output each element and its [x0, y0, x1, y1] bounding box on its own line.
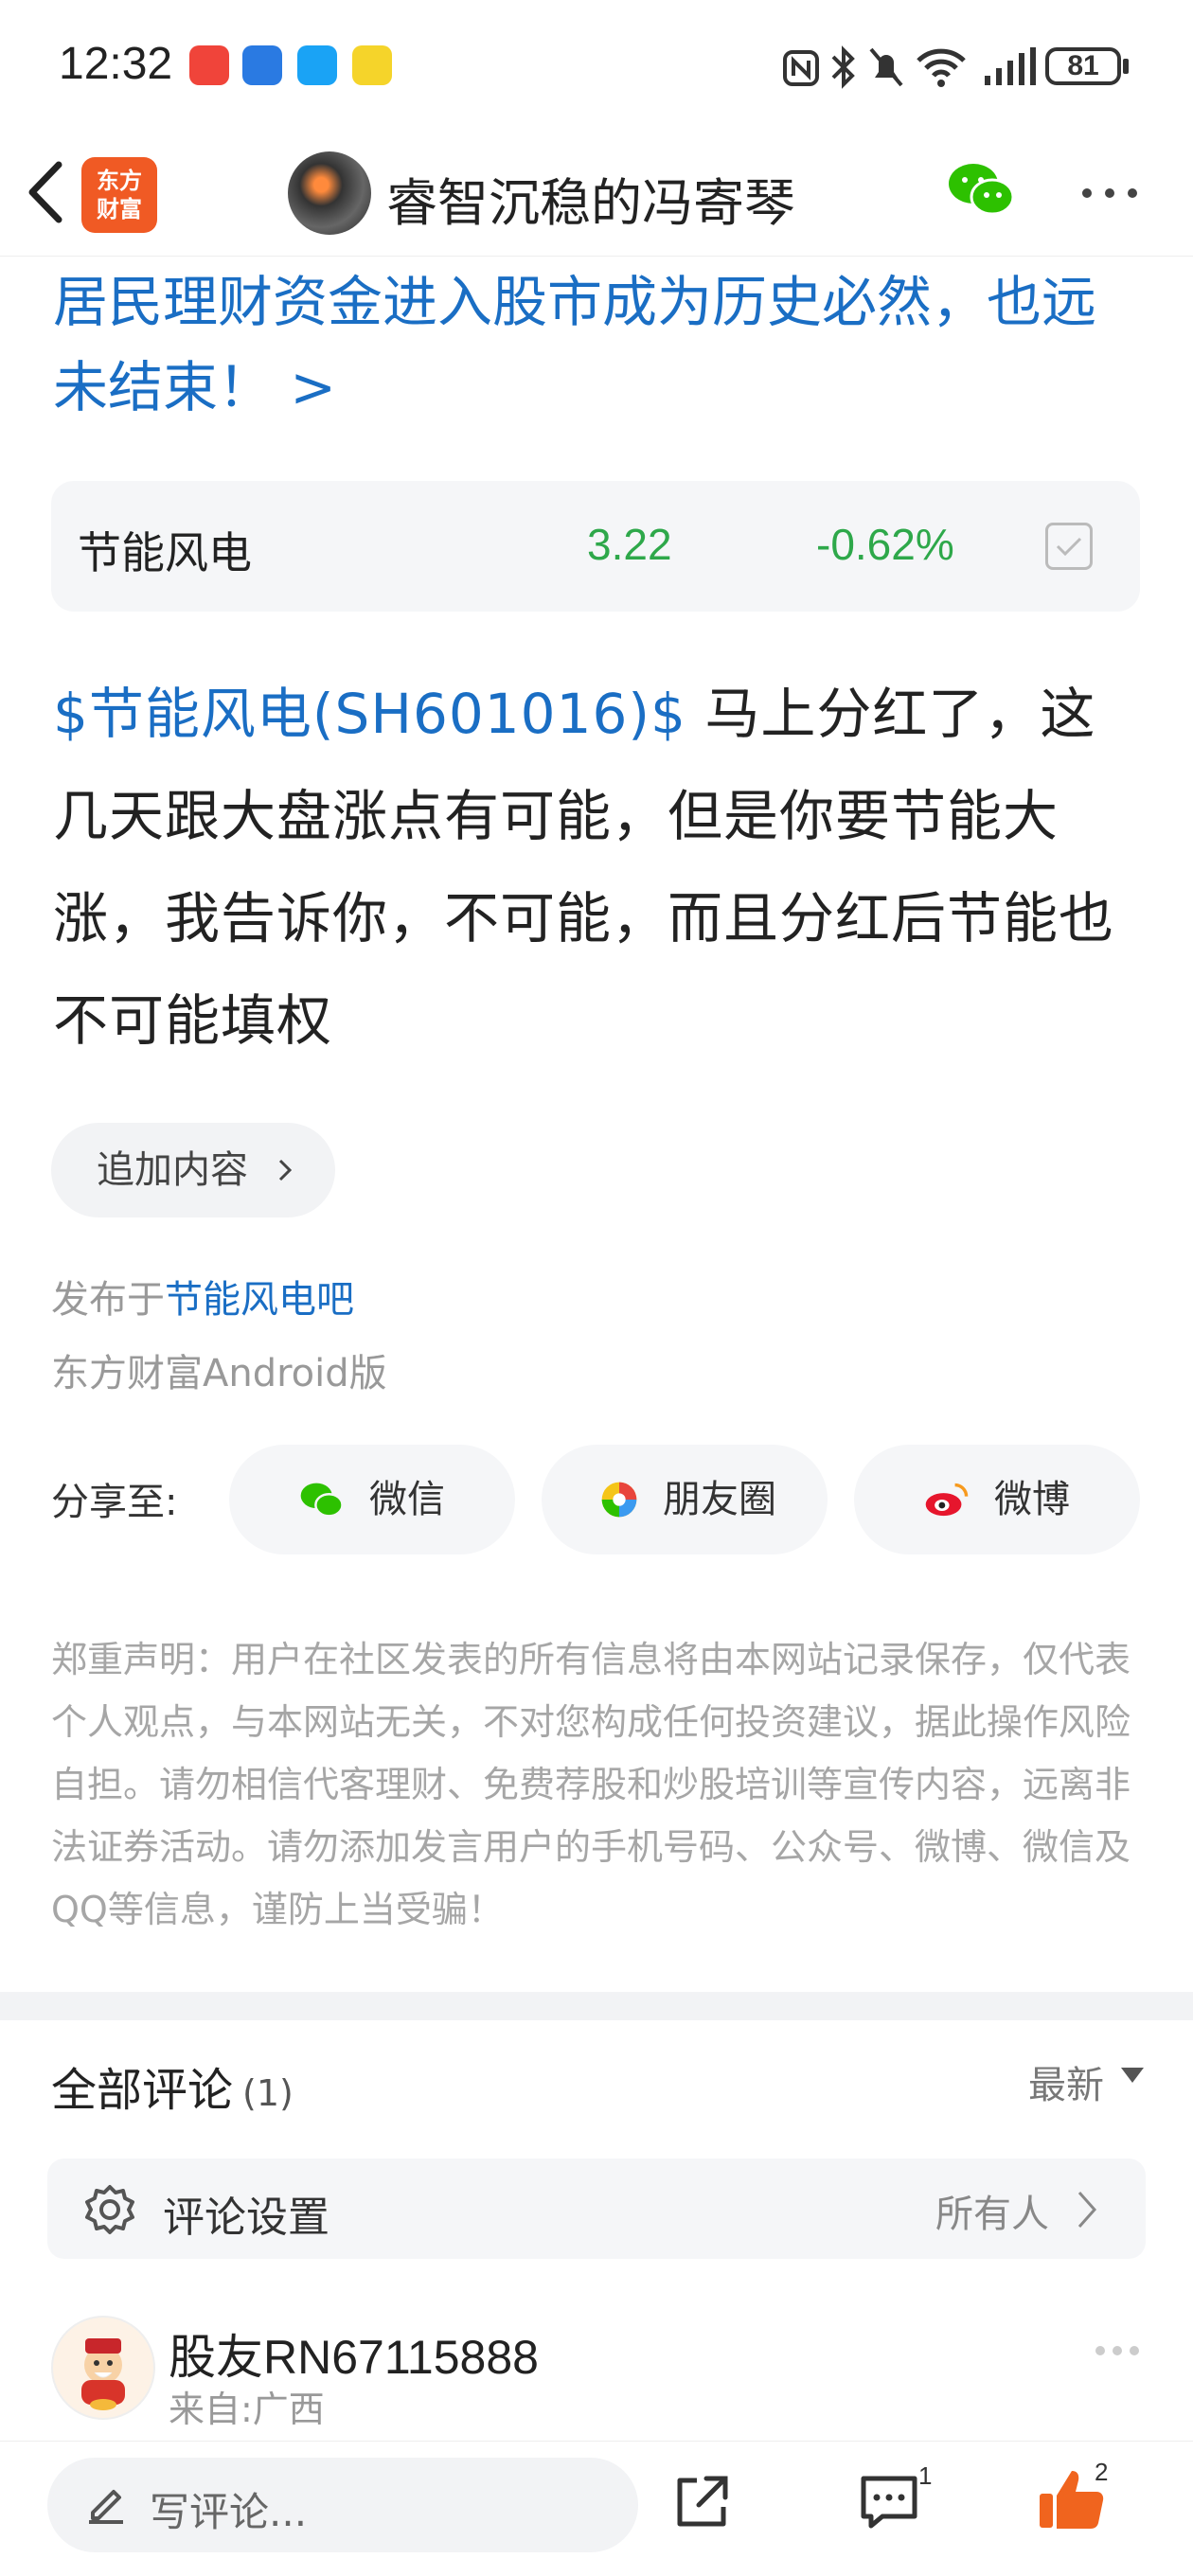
stock-change: -0.62% — [816, 520, 954, 569]
share-weibo-button[interactable]: 微博 — [854, 1445, 1140, 1554]
pencil-icon — [89, 2490, 123, 2524]
stock-price: 3.22 — [587, 520, 672, 569]
signal-icon — [985, 47, 1036, 85]
share-wechat-label: 微信 — [369, 1478, 445, 1521]
forum-link[interactable]: 节能风电吧 — [165, 1278, 354, 1322]
status-time: 12:32 — [59, 39, 173, 89]
mute-icon — [869, 47, 903, 87]
eastmoney-logo: 东方 财富 — [81, 157, 157, 233]
sort-dropdown[interactable]: 最新 — [1028, 2054, 1104, 2109]
published-in: 发布于节能风电吧 — [51, 1278, 354, 1322]
client-source: 东方财富Android版 — [51, 1352, 387, 1395]
moments-icon — [601, 1482, 637, 1518]
wifi-icon — [917, 48, 966, 87]
append-content-button[interactable]: 追加内容 — [51, 1123, 335, 1217]
stock-name: 节能风电 — [78, 527, 252, 578]
commenter-name[interactable]: 股友RN67115888 — [169, 2319, 539, 2388]
page-title[interactable]: 睿智沉稳的冯寄琴 — [386, 161, 795, 236]
author-avatar[interactable] — [288, 151, 371, 235]
watchlist-checkbox[interactable] — [1045, 523, 1093, 570]
wechat-icon[interactable] — [947, 161, 1015, 218]
section-divider — [0, 1992, 1193, 2020]
comment-icon[interactable] — [858, 2473, 920, 2532]
caret-down-icon[interactable] — [1121, 2068, 1144, 2083]
more-icon[interactable] — [1079, 186, 1140, 201]
comments-count: (1) — [242, 2072, 294, 2114]
share-label: 分享至: — [51, 1481, 178, 1524]
app-notification-icon — [352, 45, 392, 85]
back-arrow-icon[interactable] — [23, 159, 70, 225]
weibo-icon — [925, 1483, 969, 1517]
share-wechat-button[interactable]: 微信 — [229, 1445, 515, 1554]
check-icon — [1056, 537, 1082, 557]
gear-icon — [85, 2185, 134, 2234]
battery-icon: 81 — [1045, 47, 1121, 85]
chevron-right-icon — [278, 1159, 293, 1181]
wechat-icon — [300, 1483, 344, 1518]
disclaimer-text: 郑重声明：用户在社区发表的所有信息将由本网站记录保存，仅代表个人观点，与本网站无… — [51, 1639, 1131, 1930]
headline-link[interactable]: 居民理财资金进入股市成为历史必然，也远未结束！ > — [53, 259, 1142, 430]
comment-settings-label: 评论设置 — [163, 2194, 329, 2242]
post-content: $节能风电(SH601016)$ 马上分红了，这几天跟大盘涨点有可能，但是你要节… — [53, 663, 1142, 1072]
comment-count-badge: 1 — [918, 2461, 933, 2490]
battery-tip — [1123, 59, 1129, 74]
share-moments-label: 朋友圈 — [663, 1478, 776, 1521]
nfc-icon — [783, 50, 819, 86]
fortune-god-avatar-icon — [81, 2338, 125, 2410]
stock-tag-link[interactable]: $节能风电(SH601016)$ — [53, 682, 686, 746]
comment-more-icon[interactable] — [1095, 2344, 1140, 2357]
like-count-badge: 2 — [1095, 2458, 1109, 2486]
app-notification-icon — [189, 45, 229, 85]
app-notification-icon — [242, 45, 282, 85]
write-comment-placeholder: 写评论... — [150, 2489, 308, 2535]
bluetooth-icon — [831, 45, 855, 89]
commenter-avatar[interactable] — [51, 2316, 155, 2420]
write-comment-input[interactable] — [47, 2458, 638, 2552]
append-label: 追加内容 — [97, 1148, 248, 1192]
commenter-location: 来自:广西 — [169, 2389, 325, 2430]
chat-notification-icon — [297, 45, 337, 85]
comment-settings-value: 所有人 — [935, 2193, 1049, 2236]
comments-header: 全部评论 (1) — [51, 2064, 294, 2117]
share-weibo-label: 微博 — [994, 1478, 1070, 1521]
chevron-right-icon — [1077, 2192, 1097, 2228]
share-icon[interactable] — [672, 2473, 731, 2532]
share-moments-button[interactable]: 朋友圈 — [542, 1445, 828, 1554]
